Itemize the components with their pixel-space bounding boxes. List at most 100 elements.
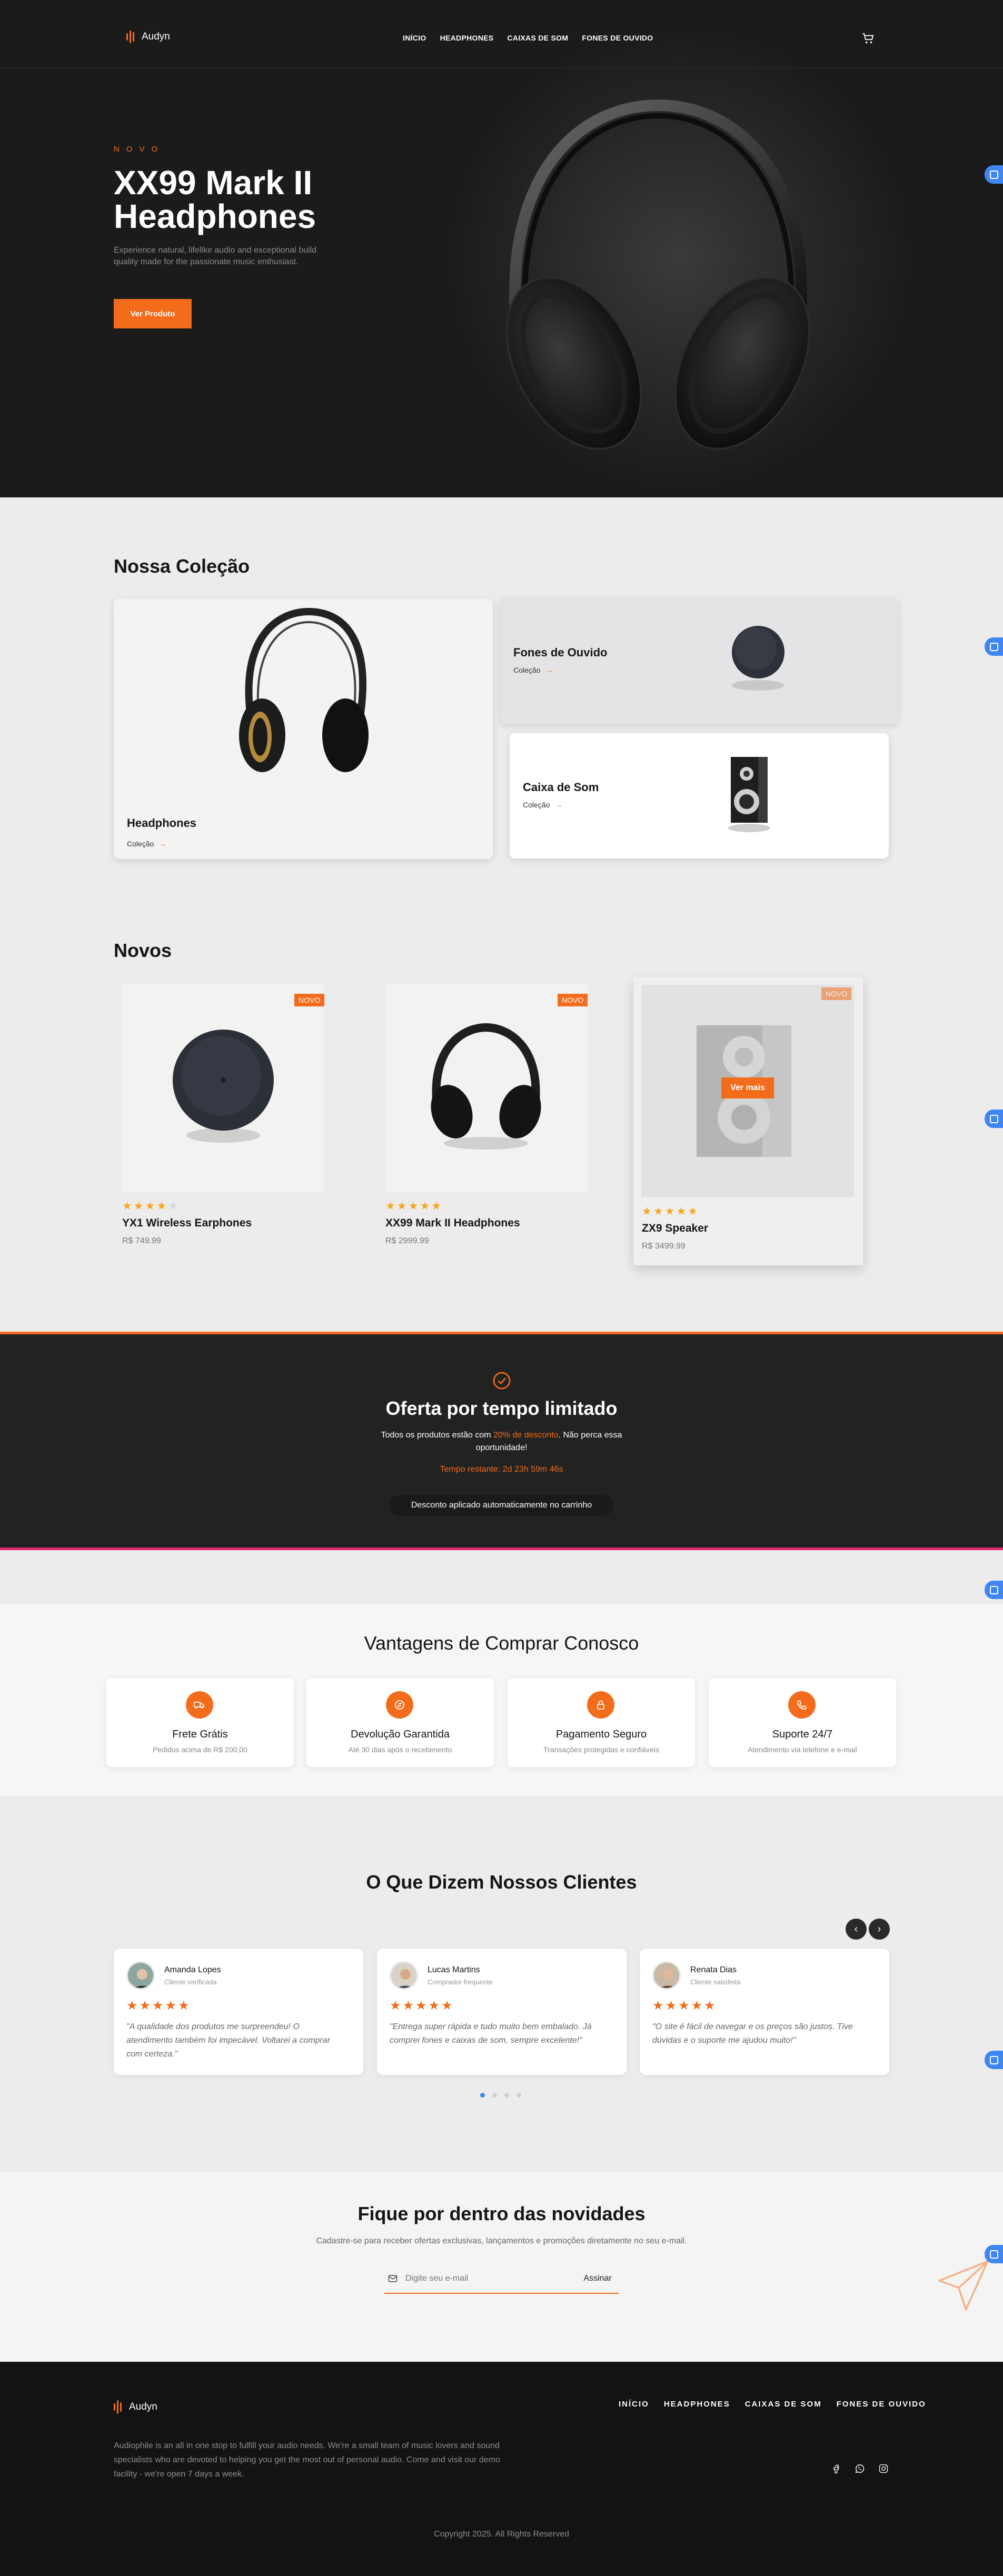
collection-link-fones[interactable]: Coleção → [513, 666, 553, 674]
testimonial-role: Comprador frequente [428, 1978, 493, 1986]
cart-icon[interactable] [861, 32, 875, 45]
product-price: R$ 749.99 [122, 1236, 161, 1245]
whatsapp-icon[interactable] [853, 2462, 867, 2475]
testimonial-card: Amanda Lopes Cliente verificada ★★★★★ "A… [114, 1949, 363, 2075]
carousel-prev-button[interactable]: ‹ [846, 1919, 867, 1940]
product-card-xx99[interactable]: NOVO ★★★★★ XX99 Mark II Headphones R$ 29… [377, 980, 598, 1254]
advantage-card-pagamento: Pagamento Seguro Transações protegidas e… [508, 1678, 695, 1767]
advantage-card-suporte: Suporte 24/7 Atendimento via telefone e … [709, 1678, 896, 1767]
carousel-dot[interactable] [504, 2093, 509, 2098]
phone-icon [788, 1691, 816, 1719]
brand-logo[interactable]: Audyn [126, 31, 170, 43]
side-widget-tab[interactable] [985, 1110, 1003, 1128]
new-badge: NOVO [294, 994, 325, 1006]
widget-icon [989, 2250, 998, 2259]
side-widget-tab[interactable] [985, 637, 1003, 656]
testimonial-name: Renata Dias [690, 1965, 737, 1974]
carousel-dot[interactable] [517, 2093, 521, 2098]
side-widget-tab[interactable] [985, 1581, 1003, 1599]
hero-description: Experience natural, lifelike audio and e… [114, 246, 317, 266]
lock-icon [587, 1691, 614, 1719]
arrow-right-icon: → [545, 666, 553, 674]
earphones-image [173, 1030, 274, 1143]
truck-icon [186, 1691, 213, 1719]
carousel-dot-active[interactable] [480, 2093, 485, 2098]
advantage-title: Devolução Garantida [351, 1729, 450, 1740]
newsletter-email-input[interactable] [405, 2270, 563, 2288]
nav-inicio[interactable]: INÍCIO [403, 34, 426, 42]
testimonial-text: "O site é fácil de navegar e os preços s… [652, 2022, 853, 2045]
nav-headphones[interactable]: HEADPHONES [440, 34, 494, 42]
advantages-heading: Vantagens de Comprar Conosco [364, 1632, 639, 1654]
collection-card-fones[interactable]: Fones de Ouvido Coleção → [500, 598, 898, 724]
new-products-heading: Novos [114, 940, 172, 961]
arrow-right-icon: → [159, 840, 167, 848]
widget-icon [989, 642, 998, 651]
product-rating: ★★★★★ [385, 1200, 443, 1212]
footer-about: Audiophile is an all in one stop to fulf… [114, 2441, 500, 2479]
send-icon [938, 2260, 989, 2311]
widget-icon [989, 2055, 998, 2064]
collection-link-caixa[interactable]: Coleção → [523, 801, 562, 809]
carousel-next-button[interactable]: › [869, 1919, 890, 1940]
offer-title: Oferta por tempo limitado [385, 1397, 618, 1419]
footer-nav-headphones[interactable]: HEADPHONES [664, 2400, 730, 2409]
testimonial-card: Lucas Martins Comprador frequente ★★★★★ … [377, 1949, 627, 2075]
return-icon [386, 1691, 413, 1719]
advantage-subtitle: Até 30 dias após o recebimento [348, 1745, 452, 1754]
brand-name: Audyn [142, 31, 170, 42]
product-card-zx9[interactable]: NOVO Ver mais ★★★★★ ZX9 Speaker R$ 3499.… [633, 977, 863, 1265]
collection-link-label: Coleção [127, 840, 154, 848]
testimonial-rating: ★★★★★ [126, 1999, 191, 2013]
collection-card-headphones[interactable]: Headphones Coleção → [114, 598, 493, 859]
carousel-dot[interactable] [492, 2093, 497, 2098]
nav-fones-de-ouvido[interactable]: FONES DE OUVIDO [582, 34, 653, 42]
advantage-subtitle: Atendimento via telefone e e-mail [748, 1745, 857, 1754]
avatar [390, 1961, 418, 1990]
side-widget-tab[interactable] [985, 2051, 1003, 2069]
subscribe-button[interactable]: Assinar [579, 2270, 616, 2288]
footer-nav-inicio[interactable]: INÍCIO [619, 2400, 649, 2409]
collection-link-label: Coleção [513, 666, 541, 674]
footer-logo[interactable]: Audyn [114, 2400, 157, 2414]
product-name: XX99 Mark II Headphones [385, 1217, 520, 1229]
advantage-subtitle: Pedidos acima de R$ 200,00 [153, 1745, 247, 1754]
hero-cta-button[interactable]: Ver Produto [114, 299, 192, 328]
product-card-yx1[interactable]: NOVO ★★★★★ YX1 Wireless Earphones R$ 749… [114, 980, 335, 1254]
widget-icon [989, 1114, 998, 1123]
footer-nav-fones-de-ouvido[interactable]: FONES DE OUVIDO [837, 2400, 926, 2409]
facebook-icon[interactable] [829, 2462, 843, 2475]
footer-nav: INÍCIO HEADPHONES CAIXAS DE SOM FONES DE… [619, 2400, 926, 2409]
offer-text: Todos os produtos estão com [381, 1431, 493, 1440]
check-circle-icon [493, 1372, 511, 1390]
testimonial-role: Cliente satisfeita [690, 1978, 741, 1986]
testimonial-text: "Entrega super rápida e tudo muito bem e… [390, 2022, 592, 2045]
footer-nav-caixas-de-som[interactable]: CAIXAS DE SOM [745, 2400, 822, 2409]
offer-description: Todos os produtos estão com 20% de desco… [369, 1429, 634, 1454]
newsletter-subtitle: Cadastre-se para receber ofertas exclusi… [316, 2236, 687, 2245]
collection-title-caixa: Caixa de Som [523, 781, 599, 794]
instagram-icon[interactable] [877, 2462, 890, 2475]
main-nav: INÍCIO HEADPHONES CAIXAS DE SOM FONES DE… [403, 34, 653, 42]
testimonial-card: Renata Dias Cliente satisfeita ★★★★★ "O … [640, 1949, 889, 2075]
nav-caixas-de-som[interactable]: CAIXAS DE SOM [507, 34, 568, 42]
hero-headphones-image [505, 99, 811, 450]
advantage-title: Suporte 24/7 [772, 1729, 833, 1740]
side-widget-tab[interactable] [985, 2245, 1003, 2263]
view-more-button[interactable]: Ver mais [721, 1077, 774, 1099]
avatar [652, 1961, 681, 1990]
collection-title-headphones: Headphones [127, 816, 197, 830]
product-rating: ★★★★★ [642, 1205, 700, 1217]
top-nav: Audyn INÍCIO HEADPHONES CAIXAS DE SOM FO… [0, 0, 1003, 68]
side-widget-tab[interactable] [985, 165, 1003, 184]
earphones-case-image [732, 626, 784, 691]
product-price: R$ 2999.99 [385, 1236, 429, 1245]
testimonial-text: "A qualidade dos produtos me surpreendeu… [126, 2022, 331, 2059]
product-rating: ★★★★★ [122, 1200, 180, 1212]
new-badge: NOVO [821, 987, 852, 1000]
collection-card-caixa[interactable]: Caixa de Som Coleção → [510, 733, 889, 858]
product-price: R$ 3499.99 [642, 1242, 686, 1251]
widget-icon [989, 170, 998, 179]
collection-title-fones: Fones de Ouvido [513, 646, 608, 659]
collection-link-headphones[interactable]: Coleção → [127, 840, 166, 848]
